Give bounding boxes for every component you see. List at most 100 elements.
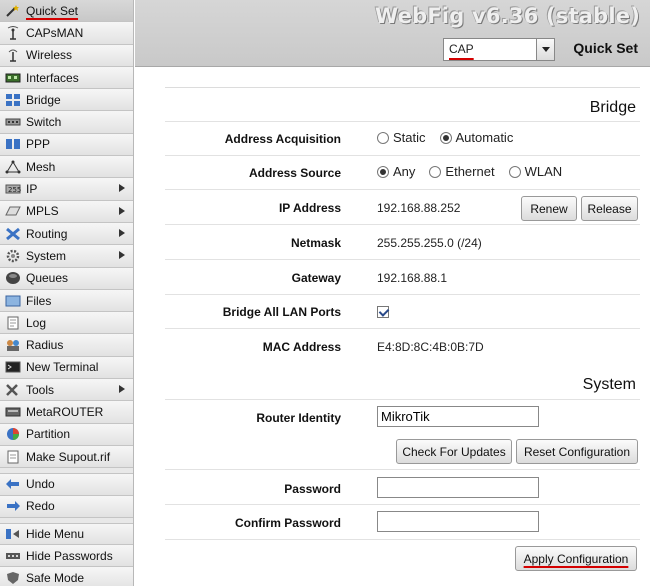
sidebar-item-label: Make Supout.rif xyxy=(26,449,111,464)
row-mac-address: MAC Address E4:8D:8C:4B:0B:7D xyxy=(165,328,640,363)
interfaces-icon xyxy=(5,73,21,83)
radio-static[interactable]: Static xyxy=(377,130,426,145)
confirm-password-label: Confirm Password xyxy=(234,516,341,530)
apply-configuration-button[interactable]: Apply Configuration xyxy=(515,546,637,571)
sidebar-item-quick-set[interactable]: Quick Set xyxy=(0,0,133,23)
sidebar-item-label: PPP xyxy=(26,137,51,152)
gateway-value: 192.168.88.1 xyxy=(377,271,448,285)
supout-icon xyxy=(7,450,19,464)
sidebar-item-bridge[interactable]: Bridge xyxy=(0,89,133,112)
sidebar-item-label: Interfaces xyxy=(26,70,79,85)
password-input[interactable] xyxy=(377,477,539,498)
row-address-acquisition: Address Acquisition Static Automatic xyxy=(165,121,640,155)
radio-button[interactable] xyxy=(429,165,442,178)
row-bridge-all-lan-ports: Bridge All LAN Ports xyxy=(165,294,640,328)
sidebar-item-label: MPLS xyxy=(26,204,59,219)
sidebar-item-wireless[interactable]: Wireless xyxy=(0,44,133,67)
radio-wlan[interactable]: WLAN xyxy=(508,164,562,179)
folder-icon xyxy=(5,295,21,306)
svg-text:255: 255 xyxy=(8,186,21,194)
section-title-system: System xyxy=(582,376,636,393)
submenu-arrow-icon xyxy=(119,206,125,215)
mode-select[interactable]: CAP xyxy=(443,38,555,61)
sidebar-item-system[interactable]: System xyxy=(0,245,133,268)
wireless-icon xyxy=(8,49,18,62)
row-router-identity: Router Identity xyxy=(165,399,640,435)
sidebar-item-label: Mesh xyxy=(26,159,56,174)
sidebar-item-label: New Terminal xyxy=(26,360,99,375)
radio-button[interactable] xyxy=(508,165,521,178)
radio-any[interactable]: Any xyxy=(377,164,415,179)
row-netmask: Netmask 255.255.255.0 (/24) xyxy=(165,224,640,259)
sidebar-item-capsman[interactable]: CAPsMAN xyxy=(0,22,133,45)
sidebar-item-label: Bridge xyxy=(26,92,61,107)
sidebar-item-make-supout[interactable]: Make Supout.rif xyxy=(0,445,133,469)
sidebar-item-ppp[interactable]: PPP xyxy=(0,133,133,157)
submenu-arrow-icon xyxy=(119,251,125,260)
radio-button[interactable] xyxy=(377,165,389,178)
ip-address-value: 192.168.88.252 xyxy=(377,201,461,215)
log-icon xyxy=(7,316,19,330)
radio-automatic[interactable]: Automatic xyxy=(439,130,514,145)
bridge-all-lan-ports-checkbox[interactable] xyxy=(377,306,389,318)
radio-button[interactable] xyxy=(439,131,452,144)
partition-icon xyxy=(7,428,19,441)
sidebar-item-metarouter[interactable]: MetaROUTER xyxy=(0,401,133,424)
reset-configuration-button[interactable]: Reset Configuration xyxy=(516,439,638,464)
row-password: Password xyxy=(165,469,640,504)
sidebar-item-switch[interactable]: Switch xyxy=(0,111,133,134)
sidebar-item-label: Tools xyxy=(26,382,55,397)
sidebar-item-label: Hide Passwords xyxy=(26,548,113,563)
radio-ethernet[interactable]: Ethernet xyxy=(429,164,495,179)
sidebar-item-label: Routing xyxy=(26,226,68,241)
confirm-password-input[interactable] xyxy=(377,511,539,532)
sidebar-item-log[interactable]: Log xyxy=(0,312,133,335)
renew-button[interactable]: Renew xyxy=(521,196,577,221)
sidebar-item-hide-menu[interactable]: Hide Menu xyxy=(0,522,133,546)
sidebar-item-hide-passwords[interactable]: Hide Passwords xyxy=(0,545,133,568)
submenu-arrow-icon xyxy=(119,228,125,237)
sidebar-item-queues[interactable]: Queues xyxy=(0,267,133,290)
sidebar-item-new-terminal[interactable]: New Terminal xyxy=(0,356,133,380)
safe-mode-icon xyxy=(7,572,19,585)
mesh-icon xyxy=(5,160,21,174)
redo-icon xyxy=(7,501,20,512)
address-acquisition-label: Address Acquisition xyxy=(224,132,341,146)
gear-icon xyxy=(6,249,20,263)
app-title: WebFig v6.36 (stable) xyxy=(375,4,640,28)
chevron-down-icon[interactable] xyxy=(536,39,554,60)
sidebar-item-redo[interactable]: Redo xyxy=(0,495,133,518)
address-source-group: Any Ethernet WLAN xyxy=(377,164,562,179)
sidebar-item-files[interactable]: Files xyxy=(0,289,133,313)
section-divider xyxy=(165,87,640,88)
sidebar-item-label: IP xyxy=(26,182,38,197)
radio-button[interactable] xyxy=(377,131,389,144)
sidebar-item-ip[interactable]: 255 IP xyxy=(0,178,133,201)
sidebar-item-mesh[interactable]: Mesh xyxy=(0,156,133,179)
netmask-label: Netmask xyxy=(290,236,341,250)
router-identity-input[interactable] xyxy=(377,406,539,427)
ip-icon: 255 xyxy=(5,184,21,194)
sidebar-item-mpls[interactable]: MPLS xyxy=(0,200,133,223)
sidebar-item-routing[interactable]: Routing xyxy=(0,222,133,246)
radio-label: Automatic xyxy=(455,130,514,145)
mac-address-label: MAC Address xyxy=(262,340,341,354)
antenna-icon xyxy=(7,25,19,40)
sidebar-item-safe-mode[interactable]: Safe Mode xyxy=(0,567,133,586)
sidebar-item-radius[interactable]: Radius xyxy=(0,334,133,357)
gateway-label: Gateway xyxy=(291,271,341,285)
mac-address-value: E4:8D:8C:4B:0B:7D xyxy=(377,340,484,354)
release-button[interactable]: Release xyxy=(581,196,638,221)
row-confirm-password: Confirm Password xyxy=(165,504,640,539)
sidebar-item-label: Log xyxy=(26,315,47,330)
sidebar-item-partition[interactable]: Partition xyxy=(0,423,133,446)
row-system-actions: Check For Updates Reset Configuration xyxy=(165,435,640,469)
check-for-updates-button[interactable]: Check For Updates xyxy=(396,439,512,464)
sidebar-item-tools[interactable]: Tools xyxy=(0,379,133,402)
sidebar-item-undo[interactable]: Undo xyxy=(0,473,133,496)
bridge-icon xyxy=(6,93,20,106)
sidebar-item-label: Switch xyxy=(26,115,62,130)
sidebar-item-interfaces[interactable]: Interfaces xyxy=(0,66,133,90)
undo-icon xyxy=(6,479,19,490)
apply-configuration-label: Apply Configuration xyxy=(523,551,629,566)
